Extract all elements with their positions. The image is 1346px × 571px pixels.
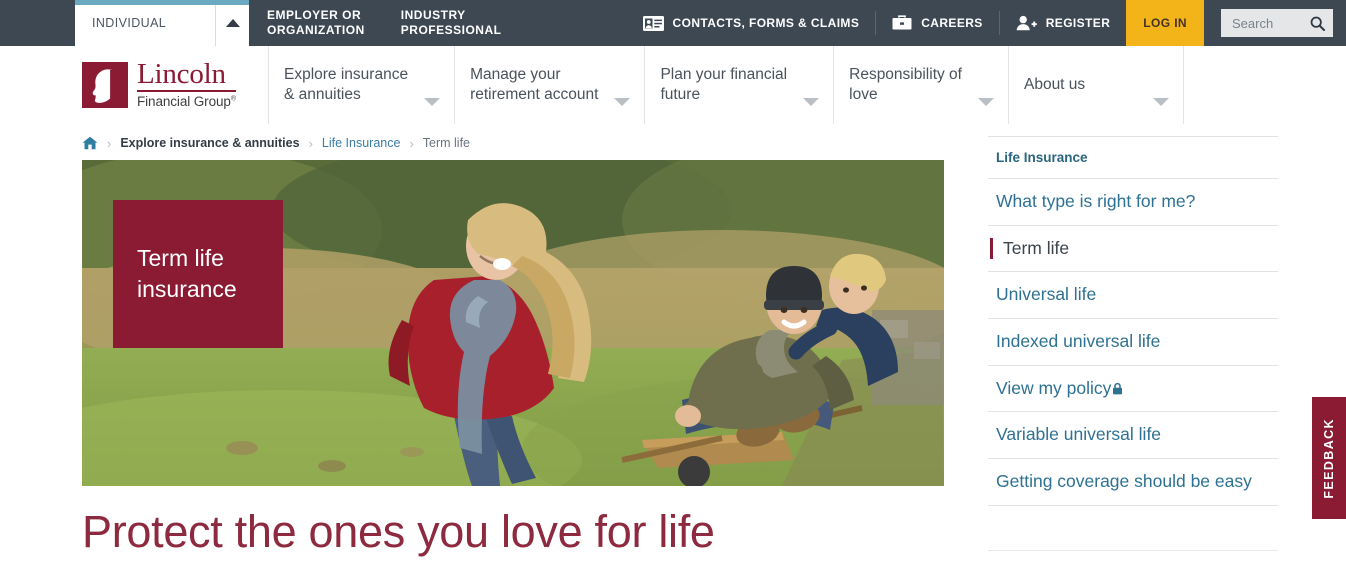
- breadcrumb-item-life-insurance[interactable]: Life Insurance: [322, 136, 401, 150]
- audience-tab-employer[interactable]: EMPLOYER OR ORGANIZATION: [249, 0, 383, 46]
- audience-tab-group: INDIVIDUAL EMPLOYER OR ORGANIZATION INDU…: [75, 0, 519, 46]
- sidebar-item-label: What type is right for me?: [996, 191, 1196, 211]
- nav-item-about-us[interactable]: About us: [1007, 46, 1185, 124]
- feedback-tab-label: FEEDBACK: [1322, 417, 1336, 499]
- logo-wordmark: Lincoln Financial Group®: [137, 60, 236, 109]
- breadcrumb-separator: ›: [409, 135, 414, 151]
- nav-item-plan-financial-future[interactable]: Plan your financial future: [644, 46, 833, 124]
- main-nav-items: Explore insurance & annuities Manage you…: [268, 46, 1346, 124]
- sidebar-item-indexed-universal-life[interactable]: Indexed universal life: [988, 319, 1278, 366]
- sidebar-item-universal-life[interactable]: Universal life: [988, 272, 1278, 320]
- nav-item-about-us-label: About us: [1023, 75, 1086, 93]
- utility-link-contacts-label: CONTACTS, FORMS & CLAIMS: [672, 16, 860, 30]
- nav-item-responsibility-of-love-label: Responsibility of love: [849, 65, 962, 103]
- content-column: › Explore insurance & annuities › Life I…: [82, 124, 944, 558]
- breadcrumb: › Explore insurance & annuities › Life I…: [82, 124, 944, 160]
- sidebar-item-what-type-is-right-for-me[interactable]: What type is right for me?: [988, 179, 1278, 226]
- utility-bar-left-filler: [0, 0, 75, 46]
- audience-tab-industry[interactable]: INDUSTRY PROFESSIONAL: [383, 0, 520, 46]
- nav-item-explore-insurance-label: Explore insurance & annuities: [284, 65, 409, 103]
- sidebar-item-variable-universal-life[interactable]: Variable universal life: [988, 412, 1278, 460]
- main-navigation: Lincoln Financial Group® Explore insuran…: [0, 46, 1346, 124]
- feedback-tab[interactable]: FEEDBACK: [1312, 397, 1346, 519]
- utility-bar-spacer: [519, 0, 626, 46]
- audience-tab-toggle[interactable]: [215, 0, 249, 46]
- sidebar-item-label: Variable universal life: [996, 424, 1162, 445]
- sidebar-heading: Life Insurance: [988, 136, 1278, 179]
- logo-registered-mark: ®: [230, 95, 236, 103]
- chevron-down-icon: [1153, 98, 1170, 106]
- sidebar-bottom-divider: [988, 549, 1278, 551]
- nav-item-explore-insurance[interactable]: Explore insurance & annuities: [268, 46, 454, 124]
- utility-link-register-label: REGISTER: [1045, 16, 1111, 30]
- audience-tab-individual[interactable]: INDIVIDUAL: [75, 0, 215, 46]
- sidebar-item-label: Getting coverage should be easy: [996, 471, 1252, 492]
- breadcrumb-separator: ›: [107, 135, 112, 151]
- home-icon[interactable]: [82, 136, 98, 150]
- nav-item-manage-retirement[interactable]: Manage your retirement account: [454, 46, 644, 124]
- nav-item-responsibility-of-love[interactable]: Responsibility of love: [833, 46, 1008, 124]
- search-area: [1204, 0, 1346, 46]
- utility-link-register[interactable]: REGISTER: [1000, 0, 1127, 46]
- caret-up-icon: [225, 19, 240, 27]
- sidebar-item-term-life[interactable]: Term life: [988, 226, 1278, 273]
- page-title: Protect the ones you love for life: [82, 506, 715, 557]
- search-icon[interactable]: [1306, 16, 1325, 31]
- chevron-down-icon: [977, 98, 994, 106]
- logo-name: Lincoln: [137, 60, 236, 92]
- nav-item-manage-retirement-label: Manage your retirement account: [470, 65, 599, 103]
- utility-link-careers-label: CAREERS: [921, 16, 983, 30]
- login-button[interactable]: LOG IN: [1126, 0, 1204, 46]
- breadcrumb-item-current: Term life: [422, 136, 471, 150]
- person-add-icon: [1016, 15, 1037, 31]
- sidebar-item-label: Indexed universal life: [996, 331, 1161, 352]
- hero-image: Term life insurance: [82, 160, 944, 486]
- search-input[interactable]: [1232, 15, 1306, 31]
- sidebar-item-label: View my policy: [996, 377, 1112, 398]
- sidebar-item-getting-coverage-should-be-easy[interactable]: Getting coverage should be easy: [988, 459, 1278, 506]
- contact-card-icon: [642, 15, 664, 31]
- nav-item-plan-financial-future-label: Plan your financial future: [660, 65, 788, 103]
- utility-bar: INDIVIDUAL EMPLOYER OR ORGANIZATION INDU…: [0, 0, 1346, 46]
- site-logo[interactable]: Lincoln Financial Group®: [82, 60, 236, 109]
- sidebar-item-view-my-policy[interactable]: View my policy: [988, 366, 1278, 413]
- utility-link-contacts[interactable]: CONTACTS, FORMS & CLAIMS: [627, 0, 876, 46]
- lock-icon: [1112, 382, 1123, 395]
- hero-badge: Term life insurance: [113, 200, 283, 348]
- chevron-down-icon: [803, 98, 820, 106]
- utility-links: CONTACTS, FORMS & CLAIMS CAREERS REGISTE…: [627, 0, 1127, 46]
- chevron-down-icon: [424, 98, 441, 106]
- briefcase-icon: [892, 15, 912, 31]
- sidebar-item-label: Universal life: [996, 284, 1097, 305]
- sidebar-item-label: Term life: [1003, 237, 1070, 258]
- search-box[interactable]: [1221, 9, 1333, 37]
- sidebar: Life Insurance What type is right for me…: [988, 124, 1278, 558]
- logo-cell: Lincoln Financial Group®: [82, 46, 268, 123]
- logo-tagline: Financial Group®: [137, 94, 236, 109]
- chevron-down-icon: [614, 98, 631, 106]
- breadcrumb-separator: ›: [308, 135, 313, 151]
- lincoln-silhouette-icon: [82, 61, 128, 108]
- audience-tab-individual-label: INDIVIDUAL: [92, 16, 167, 30]
- page-body: › Explore insurance & annuities › Life I…: [0, 124, 1346, 558]
- utility-link-careers[interactable]: CAREERS: [876, 0, 998, 46]
- breadcrumb-item-explore[interactable]: Explore insurance & annuities: [120, 136, 299, 150]
